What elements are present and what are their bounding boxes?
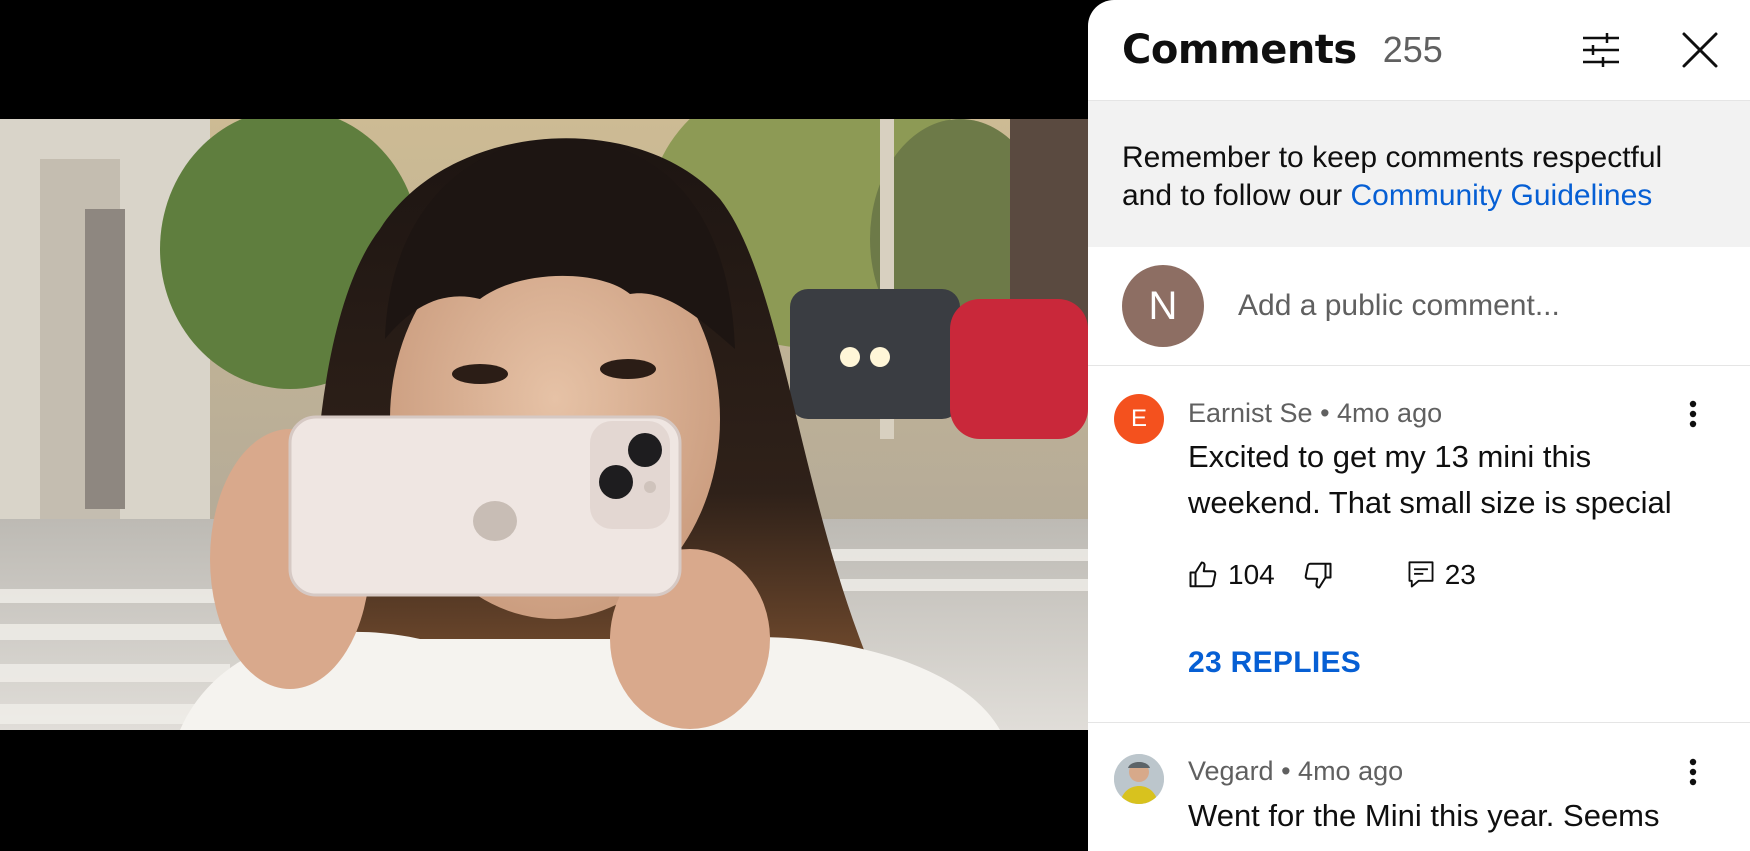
comment-author[interactable]: Earnist Se (1188, 398, 1313, 428)
comments-panel: Comments 255 Remember to keep comments r… (1088, 0, 1750, 851)
comment-actions: 104 23 (1188, 555, 1476, 595)
comment-author[interactable]: Vegard (1188, 756, 1274, 786)
comment-menu-button[interactable] (1678, 752, 1708, 792)
dislike-button[interactable] (1303, 560, 1333, 590)
reply-button[interactable]: 23 (1407, 559, 1476, 591)
avatar-initial: E (1130, 405, 1147, 432)
avatar[interactable]: N (1122, 265, 1204, 347)
comment-meta: Earnist Se • 4mo ago (1188, 398, 1443, 428)
comments-header: Comments 255 (1088, 0, 1750, 101)
comment-menu-button[interactable] (1678, 394, 1708, 434)
like-button[interactable]: 104 (1188, 559, 1275, 591)
guidelines-notice: Remember to keep comments respectful and… (1088, 101, 1750, 247)
comment-time: 4mo ago (1298, 756, 1404, 786)
sort-filter-button[interactable] (1579, 28, 1623, 72)
video-thumbnail-image (0, 119, 1088, 730)
comment-text: Went for the Mini this year. Seems (1188, 798, 1660, 833)
commenter-avatar[interactable]: E (1114, 394, 1164, 444)
comments-count: 255 (1382, 29, 1443, 70)
close-button[interactable] (1678, 28, 1722, 72)
view-replies-button[interactable]: 23 REPLIES (1188, 646, 1361, 680)
comment-item: E Earnist Se • 4mo ago Excited to get my… (1088, 366, 1750, 723)
like-count: 104 (1228, 559, 1275, 590)
video-player[interactable] (0, 0, 1088, 851)
comment-time: 4mo ago (1337, 398, 1443, 428)
comment-input[interactable] (1238, 289, 1698, 323)
avatar-photo (1114, 754, 1164, 804)
comment-meta: Vegard • 4mo ago (1188, 756, 1404, 786)
more-vert-icon (1689, 400, 1697, 428)
avatar-initial: N (1148, 283, 1178, 328)
add-comment-row: N (1088, 247, 1750, 366)
thumb-up-icon (1189, 561, 1217, 588)
comment-item: Vegard • 4mo ago Went for the Mini this … (1088, 723, 1750, 851)
sliders-icon (1583, 33, 1619, 67)
commenter-avatar[interactable] (1114, 754, 1164, 804)
close-icon (1682, 32, 1718, 68)
community-guidelines-link[interactable]: Community Guidelines (1350, 179, 1652, 212)
video-frame[interactable] (0, 119, 1088, 730)
more-vert-icon (1689, 758, 1697, 786)
reply-count: 23 (1444, 559, 1476, 590)
comments-title: Comments (1122, 27, 1357, 73)
comment-icon (1408, 561, 1434, 588)
comment-text: Excited to get my 13 mini this weekend. … (1188, 439, 1672, 520)
thumb-down-icon (1304, 562, 1332, 589)
